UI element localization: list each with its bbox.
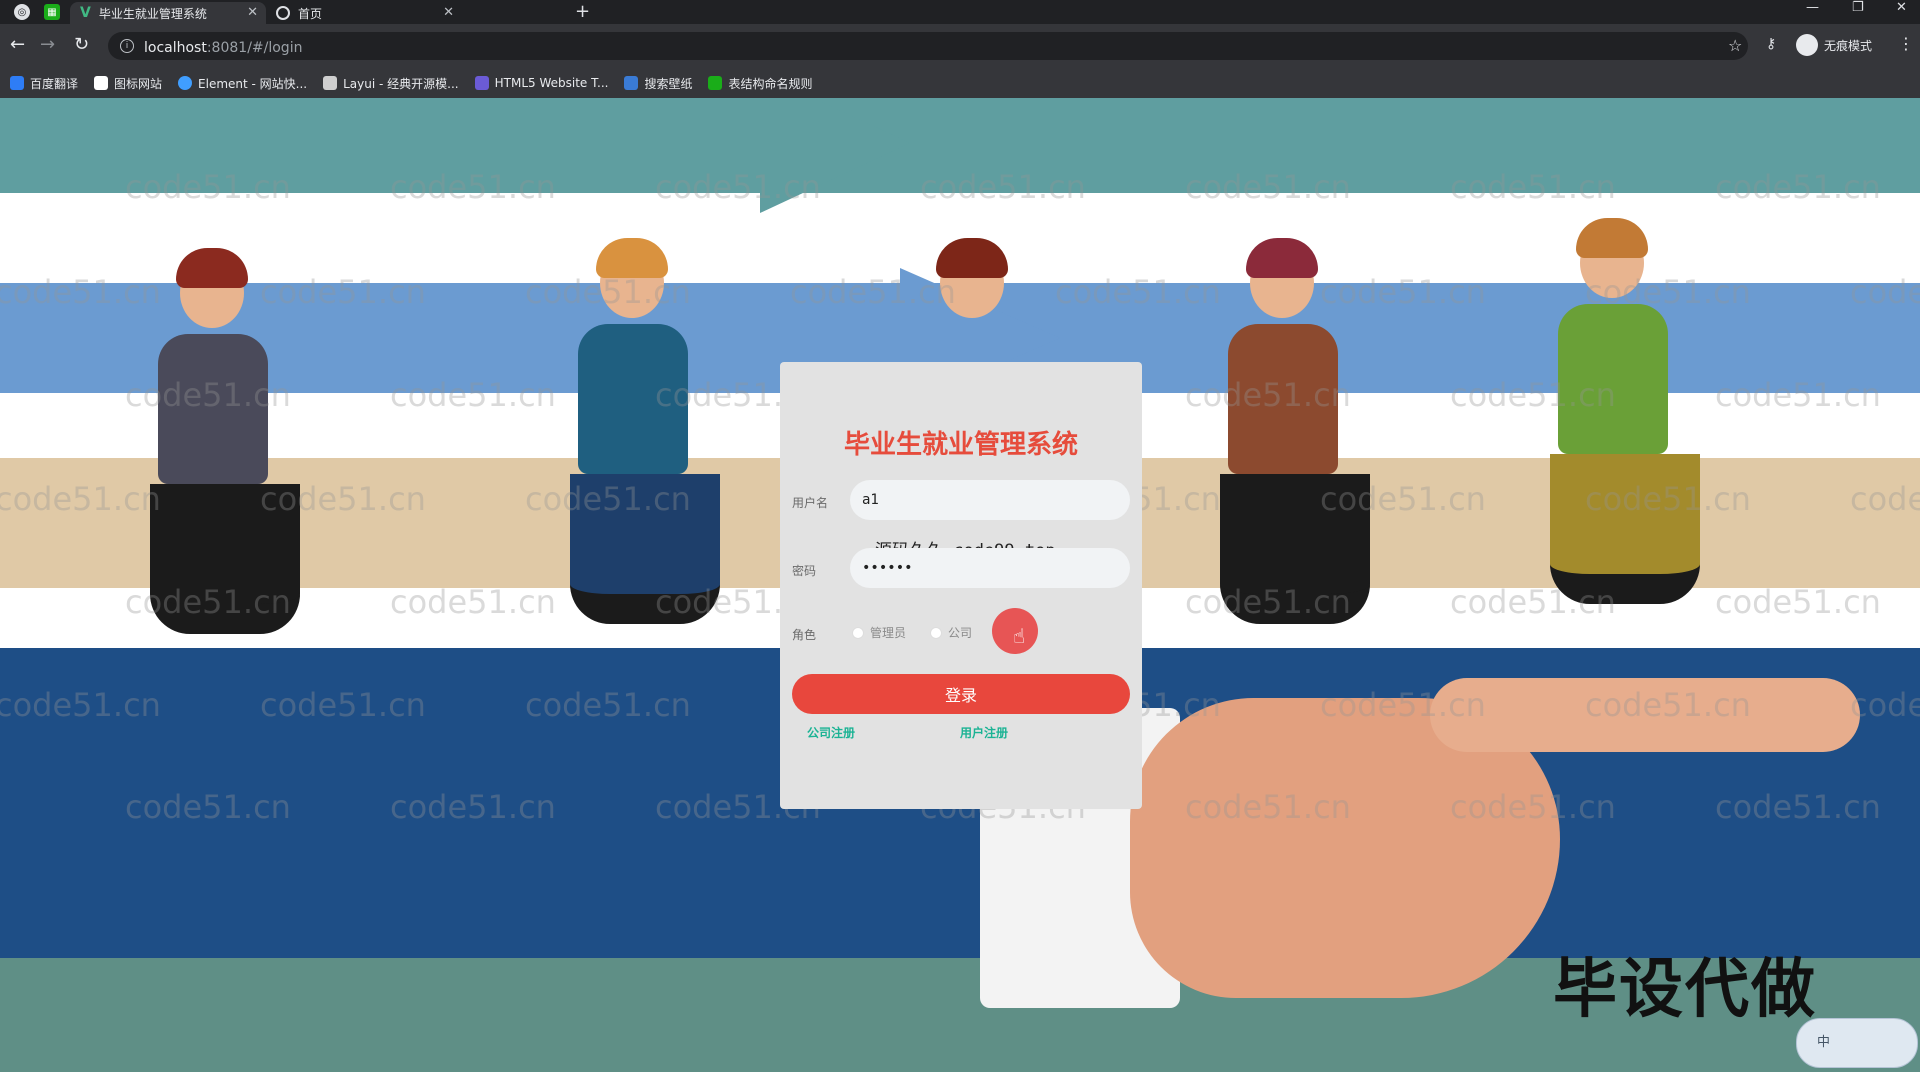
bookmark-favicon-icon <box>10 76 24 90</box>
bookmark-item[interactable]: 搜索壁纸 <box>624 75 692 92</box>
url-path: :8081/#/login <box>206 39 303 56</box>
login-card: 毕业生就业管理系统 用户名 源码久久-code99.top 密码 角色 管理员 … <box>780 362 1142 809</box>
site-info-icon[interactable]: i <box>120 39 134 53</box>
bookmark-favicon-icon <box>624 76 639 90</box>
password-input[interactable] <box>850 548 1130 588</box>
bookmark-label: 百度翻译 <box>30 76 79 91</box>
promo-overlay-text: 毕设代做 <box>1553 953 1817 1027</box>
bookmark-label: Element - 网站快... <box>198 76 308 91</box>
bookmark-star-icon[interactable]: ☆ <box>1728 36 1742 55</box>
radio-circle[interactable] <box>852 626 864 639</box>
role-label: 角色 <box>792 628 817 642</box>
bookmark-label: 图标网站 <box>114 76 163 91</box>
bookmark-label: HTML5 Website T... <box>494 76 609 90</box>
bookmark-item[interactable]: 图标网站 <box>94 75 162 92</box>
background-arrow <box>760 98 910 213</box>
bookmark-favicon-icon <box>474 76 489 90</box>
tab-active[interactable]: V 毕业生就业管理系统 ✕ <box>70 2 266 24</box>
back-icon[interactable]: ← <box>10 34 25 55</box>
browser-tab-strip: ◎ ▦ V 毕业生就业管理系统 ✕ 首页 ✕ + — ❐ ✕ <box>0 0 1920 24</box>
bookmark-item[interactable]: HTML5 Website T... <box>474 76 609 90</box>
bookmark-label: 搜索壁纸 <box>644 76 693 91</box>
vue-logo-icon: V <box>80 5 91 21</box>
close-window-button[interactable]: ✕ <box>1896 0 1907 15</box>
globe-icon <box>276 6 290 20</box>
incognito-icon <box>1796 34 1818 56</box>
tab-title: 毕业生就业管理系统 <box>98 6 207 21</box>
url-host: localhost <box>144 39 207 56</box>
runner-illustration <box>1220 238 1370 624</box>
bookmark-label: Layui - 经典开源模... <box>343 76 459 91</box>
tab-home[interactable]: 首页 ✕ <box>266 2 462 24</box>
profile-button[interactable]: 无痕模式 <box>1796 34 1872 56</box>
tab-close-icon[interactable]: ✕ <box>247 5 258 20</box>
radio-circle[interactable] <box>930 626 942 639</box>
user-register-link[interactable]: 用户注册 <box>960 724 1008 741</box>
runner-illustration <box>150 248 300 634</box>
flag-icon <box>94 76 109 90</box>
watermark-text: code51.cn <box>390 583 556 621</box>
url-field[interactable]: i localhost:8081/#/login <box>108 32 1748 60</box>
username-label: 用户名 <box>792 496 829 510</box>
bookmark-favicon-icon <box>178 76 193 90</box>
bookmark-item[interactable]: Element - 网站快... <box>178 75 307 92</box>
minimize-button[interactable]: — <box>1806 0 1819 15</box>
role-radio-admin[interactable]: 管理员 <box>852 624 906 641</box>
new-tab-button[interactable]: + <box>575 1 590 22</box>
company-register-link[interactable]: 公司注册 <box>807 724 855 741</box>
password-label: 密码 <box>792 564 817 578</box>
bookmark-item[interactable]: 表结构命名规则 <box>708 75 812 92</box>
reload-icon[interactable]: ↻ <box>74 34 89 55</box>
role-option-label: 管理员 <box>870 626 907 640</box>
browser-menu-icon[interactable]: ⋮ <box>1898 34 1914 53</box>
login-button[interactable]: 登录 <box>792 674 1130 714</box>
bookmark-label: 表结构命名规则 <box>728 76 813 91</box>
runner-illustration <box>570 238 720 624</box>
login-page: code51.cn code51.cn code51.cn code51.cn code… <box>0 98 1920 1072</box>
address-bar-row: ← → ↻ i localhost:8081/#/login ☆ ⚷ 无痕模式 … <box>0 24 1920 68</box>
role-option-label: 公司 <box>948 626 973 640</box>
browser-app-icon[interactable]: ◎ <box>14 4 30 20</box>
bookmark-item[interactable]: Layui - 经典开源模... <box>323 75 459 92</box>
background-stripe <box>0 98 1920 193</box>
ime-label: 中 <box>1817 1035 1831 1050</box>
tab-close-icon[interactable]: ✕ <box>443 5 454 20</box>
runner-illustration <box>936 238 1008 318</box>
restore-button[interactable]: ❐ <box>1852 0 1864 15</box>
pinned-tab-icon[interactable]: ▦ <box>44 4 60 20</box>
forward-icon[interactable]: → <box>40 34 55 55</box>
password-key-icon[interactable]: ⚷ <box>1766 36 1776 52</box>
bookmark-favicon-icon <box>323 76 338 90</box>
system-title: 毕业生就业管理系统 <box>843 430 1078 460</box>
bookmark-item[interactable]: 百度翻译 <box>10 75 78 92</box>
ime-indicator[interactable]: 中 <box>1796 1018 1918 1068</box>
role-radio-company[interactable]: 公司 <box>930 624 972 641</box>
hand-cursor-icon: ☝ <box>1013 624 1026 648</box>
bookmarks-bar: 百度翻译 图标网站 Element - 网站快... Layui - 经典开源模… <box>0 68 1920 98</box>
profile-label: 无痕模式 <box>1824 38 1873 53</box>
tab-title: 首页 <box>298 6 323 21</box>
username-input[interactable] <box>850 480 1130 520</box>
runner-illustration <box>1550 218 1700 604</box>
bookmark-favicon-icon <box>708 76 723 90</box>
